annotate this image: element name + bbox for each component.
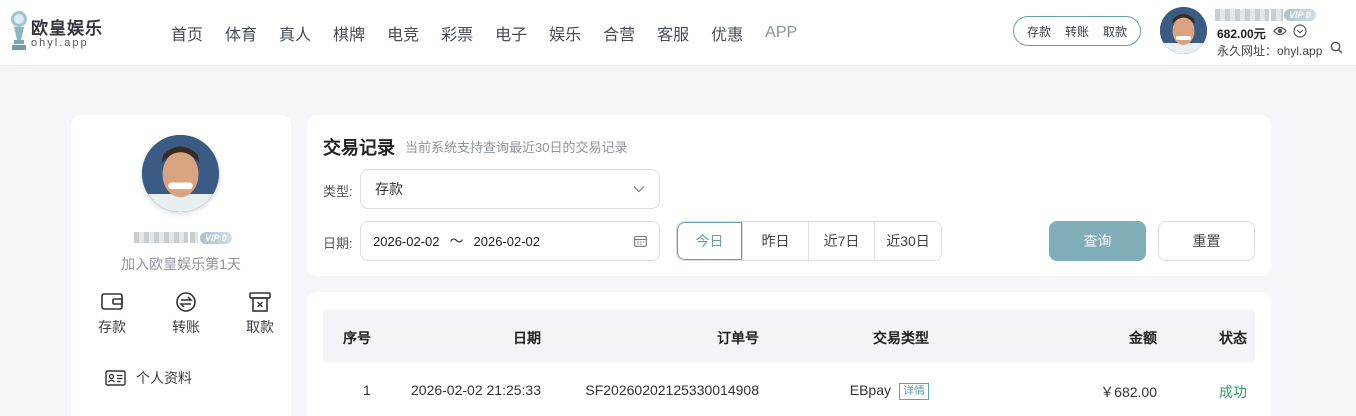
top-header: 欧皇娱乐 ohyl.app 首页 体育 真人 棋牌 电竞 彩票 电子 娱乐 合营…	[0, 0, 1356, 66]
nav-item-cards[interactable]: 棋牌	[322, 21, 376, 45]
username-masked	[1215, 9, 1269, 21]
permanent-url: 永久网址：ohyl.app	[1217, 44, 1323, 58]
quick-actions: 存款 转账 取款	[1013, 16, 1141, 46]
nav-item-slots[interactable]: 电子	[484, 21, 538, 45]
row-amount: ￥682.00	[1100, 384, 1157, 400]
page-subtitle: 当前系统支持查询最近30日的交易记录	[405, 140, 628, 155]
table-header: 序号 日期 订单号 交易类型 金额 状态	[323, 310, 1255, 362]
nav-item-partner[interactable]: 合营	[592, 21, 646, 45]
sidebar-actions: 存款 转账 取款	[91, 291, 281, 337]
nav-item-support[interactable]: 客服	[646, 21, 700, 45]
sidebar-deposit-label: 存款	[98, 319, 126, 335]
range-7days-button[interactable]: 近7日	[809, 222, 875, 260]
type-select-value: 存款	[375, 181, 403, 197]
sidebar-transfer-button[interactable]: 转账	[165, 291, 207, 337]
date-range-picker[interactable]: 2026-02-02 〜 2026-02-02	[360, 221, 660, 261]
column-index: 序号	[343, 330, 371, 346]
sidebar-profile-label: 个人资料	[136, 370, 192, 386]
main-nav: 首页 体育 真人 棋牌 电竞 彩票 电子 娱乐 合营 客服 优惠 APP	[160, 0, 808, 66]
sidebar-vip-badge: VIP 0	[200, 232, 232, 244]
type-select[interactable]: 存款	[360, 169, 660, 209]
row-detail-button[interactable]: 详情	[899, 383, 929, 400]
column-date: 日期	[513, 330, 541, 346]
nav-item-app[interactable]: APP	[754, 24, 808, 42]
row-order-no: SF20260202125330014908	[585, 382, 759, 398]
header-avatar[interactable]	[1160, 7, 1207, 54]
quick-range-group: 今日 昨日 近7日 近30日	[676, 221, 942, 261]
vip-badge: VIP 0	[1284, 9, 1316, 21]
quick-withdraw-button[interactable]: 取款	[1103, 23, 1127, 40]
type-label: 类型:	[323, 184, 353, 199]
brand-name: 欧皇娱乐	[31, 19, 103, 38]
date-label: 日期:	[323, 236, 353, 251]
sidebar-transfer-label: 转账	[172, 319, 200, 335]
account-sidebar: VIP 0 加入欧皇娱乐第1天 存款 转账 取款 个人资料	[71, 115, 291, 416]
sidebar-deposit-button[interactable]: 存款	[91, 291, 133, 337]
avatar-portrait-icon	[1160, 7, 1207, 54]
quick-deposit-button[interactable]: 存款	[1027, 23, 1051, 40]
range-30days-button[interactable]: 近30日	[875, 222, 941, 260]
avatar-portrait-icon	[142, 135, 219, 212]
quick-transfer-button[interactable]: 转账	[1065, 23, 1089, 40]
balance-amount: 682.00元	[1217, 27, 1266, 41]
site-logo[interactable]: 欧皇娱乐 ohyl.app	[8, 10, 108, 54]
row-type-name: EBpay	[849, 382, 891, 398]
sidebar-withdraw-button[interactable]: 取款	[239, 291, 281, 337]
nav-item-lottery[interactable]: 彩票	[430, 21, 484, 45]
sidebar-username-masked	[134, 232, 188, 243]
reset-button[interactable]: 重置	[1158, 221, 1255, 261]
wallet-icon	[101, 293, 123, 310]
transfer-icon	[176, 292, 196, 312]
calendar-icon	[634, 235, 647, 247]
nav-item-live[interactable]: 真人	[268, 21, 322, 45]
column-status: 状态	[1219, 330, 1247, 346]
date-start: 2026-02-02	[373, 233, 440, 249]
row-date: 2026-02-02 21:25:33	[411, 382, 541, 398]
row-index: 1	[363, 382, 371, 398]
membership-days: 加入欧皇娱乐第1天	[121, 256, 241, 272]
transaction-filter-card: 交易记录 当前系统支持查询最近30日的交易记录 类型: 存款 日期: 2026-…	[307, 115, 1271, 276]
id-card-icon	[105, 370, 126, 386]
nav-item-home[interactable]: 首页	[160, 21, 214, 45]
sidebar-username-masked-suffix	[190, 232, 198, 243]
eye-icon[interactable]	[1273, 25, 1287, 37]
trophy-logo-icon	[11, 11, 27, 50]
nav-item-entertainment[interactable]: 娱乐	[538, 21, 592, 45]
table-row: 1 2026-02-02 21:25:33 SF2026020212533001…	[323, 362, 1255, 416]
username-masked-suffix	[1271, 9, 1283, 21]
chevron-down-icon[interactable]	[1293, 24, 1307, 38]
sidebar-avatar[interactable]	[142, 135, 219, 212]
page-title: 交易记录	[323, 138, 395, 158]
column-order-no: 订单号	[717, 330, 759, 346]
column-type: 交易类型	[873, 330, 929, 346]
date-end: 2026-02-02	[473, 233, 541, 249]
search-icon[interactable]	[1330, 41, 1343, 54]
sidebar-profile-link[interactable]: 个人资料	[105, 368, 192, 388]
nav-item-promotions[interactable]: 优惠	[700, 21, 754, 45]
range-today-button[interactable]: 今日	[677, 222, 743, 260]
range-yesterday-button[interactable]: 昨日	[743, 222, 809, 260]
column-amount: 金额	[1129, 330, 1157, 346]
withdraw-icon	[249, 292, 271, 312]
sidebar-withdraw-label: 取款	[246, 319, 274, 335]
chevron-down-icon	[633, 186, 645, 193]
date-separator: 〜	[449, 233, 464, 249]
row-type: EBpay 详情	[850, 382, 929, 400]
row-status: 成功	[1219, 384, 1247, 400]
nav-item-sports[interactable]: 体育	[214, 21, 268, 45]
transaction-table-card: 序号 日期 订单号 交易类型 金额 状态 1 2026-02-02 21:25:…	[307, 292, 1271, 416]
query-button[interactable]: 查询	[1049, 221, 1146, 261]
nav-item-esports[interactable]: 电竞	[376, 21, 430, 45]
brand-domain: ohyl.app	[31, 37, 89, 49]
